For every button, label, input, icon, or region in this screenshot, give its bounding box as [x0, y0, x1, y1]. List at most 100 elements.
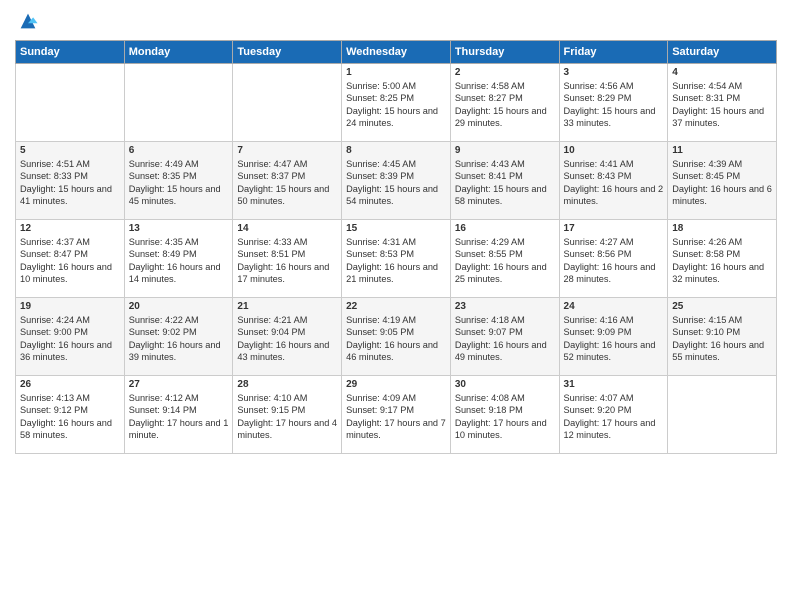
sunrise-text: Sunrise: 4:26 AM	[672, 237, 742, 247]
sunset-text: Sunset: 9:09 PM	[564, 327, 632, 337]
sunset-text: Sunset: 9:17 PM	[346, 405, 414, 415]
daylight-text: Daylight: 16 hours and 6 minutes.	[672, 184, 772, 206]
weekday-header-saturday: Saturday	[668, 41, 777, 64]
sunrise-text: Sunrise: 4:33 AM	[237, 237, 307, 247]
cell-content: Sunrise: 4:56 AMSunset: 8:29 PMDaylight:…	[564, 80, 664, 130]
sunrise-text: Sunrise: 4:07 AM	[564, 393, 634, 403]
cell-content: Sunrise: 4:21 AMSunset: 9:04 PMDaylight:…	[237, 314, 337, 364]
cell-content: Sunrise: 4:31 AMSunset: 8:53 PMDaylight:…	[346, 236, 446, 286]
cell-content: Sunrise: 4:18 AMSunset: 9:07 PMDaylight:…	[455, 314, 555, 364]
week-row-5: 26 Sunrise: 4:13 AMSunset: 9:12 PMDayligh…	[16, 376, 777, 454]
day-number: 6	[129, 145, 229, 156]
day-number: 12	[20, 223, 120, 234]
daylight-text: Daylight: 16 hours and 55 minutes.	[672, 340, 764, 362]
calendar-cell: 16 Sunrise: 4:29 AM Sunset: 8:55 PM Dayligh…	[450, 220, 559, 298]
daylight-text: Daylight: 16 hours and 49 minutes.	[455, 340, 547, 362]
sunset-text: Sunset: 8:29 PM	[564, 93, 632, 103]
day-number: 16	[455, 223, 555, 234]
sunset-text: Sunset: 8:55 PM	[455, 249, 523, 259]
daylight-text: Daylight: 17 hours and 10 minutes.	[455, 418, 547, 440]
logo	[15, 10, 39, 32]
calendar-cell: 19Sunrise: 4:24 AMSunset: 9:00 PMDayligh…	[16, 298, 125, 376]
day-number: 3	[564, 67, 664, 78]
cell-content: Sunrise: 4:39 AM Sunset: 8:45 PM Daylight:…	[672, 158, 772, 208]
calendar-cell: 30Sunrise: 4:08 AMSunset: 9:18 PMDayligh…	[450, 376, 559, 454]
calendar-cell: 13Sunrise: 4:35 AMSunset: 8:49 PMDayligh…	[124, 220, 233, 298]
week-row-3: 12Sunrise: 4:37 AMSunset: 8:47 PMDayligh…	[16, 220, 777, 298]
day-number: 5	[20, 145, 120, 156]
day-number: 2	[455, 67, 555, 78]
calendar-cell: 26 Sunrise: 4:13 AMSunset: 9:12 PMDayligh…	[16, 376, 125, 454]
sunset-text: Sunset: 8:49 PM	[129, 249, 197, 259]
calendar-cell: 28Sunrise: 4:10 AMSunset: 9:15 PMDayligh…	[233, 376, 342, 454]
cell-content: Sunrise: 4:47 AMSunset: 8:37 PMDaylight:…	[237, 158, 337, 208]
calendar-cell: 11Sunrise: 4:39 AMSunset: 8:45 PMDayligh…	[668, 142, 777, 220]
calendar-cell	[16, 64, 125, 142]
day-number: 17	[564, 223, 664, 234]
daylight-text: Daylight: 16 hours and 25 minutes.	[455, 262, 547, 284]
sunset-text: Sunset: 8:37 PM	[237, 171, 305, 181]
daylight-text: Daylight: 15 hours and 41 minutes.	[20, 184, 112, 206]
daylight-text: Daylight: 16 hours and 28 minutes.	[564, 262, 656, 284]
calendar-cell: 21Sunrise: 4:21 AMSunset: 9:04 PMDayligh…	[233, 298, 342, 376]
calendar-cell: 1Sunrise: 5:00 AMSunset: 8:25 PMDaylight…	[342, 64, 451, 142]
calendar-cell: 3 Sunrise: 4:56 AMSunset: 8:29 PMDaylight…	[559, 64, 668, 142]
day-number: 23	[455, 301, 555, 312]
day-number: 10	[564, 145, 664, 156]
sunrise-text: Sunrise: 4:29 AM	[455, 237, 525, 247]
cell-content: Sunrise: 4:12 AMSunset: 9:14 PMDaylight:…	[129, 392, 229, 442]
day-number: 22	[346, 301, 446, 312]
sunset-text: Sunset: 8:39 PM	[346, 171, 414, 181]
sunset-text: Sunset: 8:56 PM	[564, 249, 632, 259]
day-number: 4	[672, 67, 772, 78]
sunset-text: Sunset: 8:33 PM	[20, 171, 88, 181]
day-number: 26	[20, 379, 120, 390]
sunset-text: Sunset: 9:15 PM	[237, 405, 305, 415]
weekday-header-monday: Monday	[124, 41, 233, 64]
cell-content: Sunrise: 4:58 AMSunset: 8:27 PMDaylight:…	[455, 80, 555, 130]
cell-content: Sunrise: 4:49 AMSunset: 8:35 PMDaylight:…	[129, 158, 229, 208]
calendar-cell: 4Sunrise: 4:54 AMSunset: 8:31 PMDaylight…	[668, 64, 777, 142]
calendar-cell: 14Sunrise: 4:33 AMSunset: 8:51 PMDayligh…	[233, 220, 342, 298]
sunrise-text: Sunrise: 4:49 AM	[129, 159, 199, 169]
daylight-text: Daylight: 16 hours and 10 minutes.	[20, 262, 112, 284]
daylight-text: Daylight: 17 hours and 7 minutes.	[346, 418, 446, 440]
cell-content: Sunrise: 4:13 AMSunset: 9:12 PMDaylight:…	[20, 392, 120, 442]
cell-content: Sunrise: 4:09 AMSunset: 9:17 PMDaylight:…	[346, 392, 446, 442]
cell-content: Sunrise: 4:08 AMSunset: 9:18 PMDaylight:…	[455, 392, 555, 442]
sunset-text: Sunset: 8:25 PM	[346, 93, 414, 103]
sunset-text: Sunset: 8:53 PM	[346, 249, 414, 259]
day-number: 13	[129, 223, 229, 234]
calendar-cell: 5Sunrise: 4:51 AMSunset: 8:33 PMDaylight…	[16, 142, 125, 220]
sunrise-text: Sunrise: 4:39 AM	[672, 159, 742, 169]
daylight-text: Daylight: 16 hours and 32 minutes.	[672, 262, 764, 284]
daylight-text: Daylight: 16 hours and 17 minutes.	[237, 262, 329, 284]
daylight-text: Daylight: 16 hours and 52 minutes.	[564, 340, 656, 362]
header	[15, 10, 777, 32]
day-number: 29	[346, 379, 446, 390]
sunrise-text: Sunrise: 4:27 AM	[564, 237, 634, 247]
sunrise-text: Sunrise: 4:19 AM	[346, 315, 416, 325]
sunset-text: Sunset: 8:45 PM	[672, 171, 740, 181]
sunset-text: Sunset: 8:58 PM	[672, 249, 740, 259]
cell-content: Sunrise: 4:10 AMSunset: 9:15 PMDaylight:…	[237, 392, 337, 442]
daylight-text: Daylight: 16 hours and 2 minutes.	[564, 184, 664, 206]
day-number: 19	[20, 301, 120, 312]
sunrise-text: Sunrise: 4:31 AM	[346, 237, 416, 247]
sunset-text: Sunset: 8:51 PM	[237, 249, 305, 259]
calendar-cell: 29 Sunrise: 4:09 AMSunset: 9:17 PMDayligh…	[342, 376, 451, 454]
sunset-text: Sunset: 9:00 PM	[20, 327, 88, 337]
cell-content: Sunrise: 4:45 AMSunset: 8:39 PMDaylight:…	[346, 158, 446, 208]
calendar-cell	[668, 376, 777, 454]
sunset-text: Sunset: 8:31 PM	[672, 93, 740, 103]
daylight-text: Daylight: 16 hours and 46 minutes.	[346, 340, 438, 362]
daylight-text: Daylight: 15 hours and 37 minutes.	[672, 106, 764, 128]
cell-content: Sunrise: 4:15 AMSunset: 9:10 PMDaylight:…	[672, 314, 772, 364]
sunrise-text: Sunrise: 4:15 AM	[672, 315, 742, 325]
sunset-text: Sunset: 9:14 PM	[129, 405, 197, 415]
week-row-4: 19Sunrise: 4:24 AMSunset: 9:00 PMDayligh…	[16, 298, 777, 376]
calendar-cell: 12Sunrise: 4:37 AMSunset: 8:47 PMDayligh…	[16, 220, 125, 298]
cell-content: Sunrise: 4:33 AM Sunset: 8:51 PM Daylight:…	[237, 236, 337, 286]
daylight-text: Daylight: 16 hours and 36 minutes.	[20, 340, 112, 362]
day-number: 31	[564, 379, 664, 390]
